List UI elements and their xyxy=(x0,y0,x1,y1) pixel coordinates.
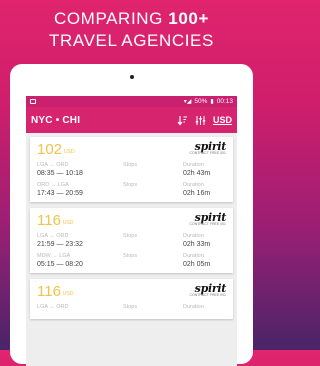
leg-route: LGA → ORD xyxy=(37,304,69,310)
flight-leg: LGA → ORD Stops Duration xyxy=(37,304,226,311)
price-currency: USD xyxy=(64,149,75,155)
stops-label: Stops xyxy=(123,304,138,310)
battery-icon: ▮ xyxy=(210,99,214,105)
airline-tagline: CONTRACT FREE 001 xyxy=(189,222,227,226)
filter-icon[interactable] xyxy=(195,115,206,126)
airline-tagline: CONTRACT FREE 001 xyxy=(189,293,227,297)
stops-label: Stops xyxy=(123,182,138,188)
result-card[interactable]: 116 USD spirit CONTRACT FREE 001 LGA → O… xyxy=(30,279,233,319)
leg-times: 05:15 — 08:20 xyxy=(37,261,83,268)
sort-icon[interactable] xyxy=(177,115,188,126)
flight-leg: MDW → LGA 05:15 — 08:20 Stops Duration 02h… xyxy=(37,253,226,269)
status-icons: ▾◢ 50% ▮ 00:13 xyxy=(184,98,233,105)
app-bar: NYC • CHI USD xyxy=(26,107,237,133)
price: 116 xyxy=(37,212,61,229)
flight-leg: LGA → ORD 21:59 — 23:32 Stops Duration 02h… xyxy=(37,233,226,249)
card-header: 116 USD spirit CONTRACT FREE 001 xyxy=(37,283,227,300)
notification-icon xyxy=(30,99,36,104)
clock: 00:13 xyxy=(216,98,233,105)
duration-value: 02h 05m xyxy=(183,261,211,268)
card-header: 102 USD spirit CONTRACT FREE 001 xyxy=(37,141,227,158)
duration-label: Duration xyxy=(183,253,204,259)
duration-value: 02h 16m xyxy=(183,190,211,197)
airline-logo: spirit CONTRACT FREE 001 xyxy=(189,283,227,297)
headline-bold: 100+ xyxy=(168,9,209,28)
app-screen: ▾◢ 50% ▮ 00:13 NYC • CHI USD 102 USD spi… xyxy=(26,96,237,366)
status-bar: ▾◢ 50% ▮ 00:13 xyxy=(26,96,237,107)
result-card[interactable]: 116 USD spirit CONTRACT FREE 001 LGA → O… xyxy=(30,208,233,273)
duration-label: Duration xyxy=(183,162,204,168)
stops-label: Stops xyxy=(123,162,138,168)
price-currency: USD xyxy=(62,220,74,226)
card-header: 116 USD spirit CONTRACT FREE 001 xyxy=(37,212,227,229)
results-list: 102 USD spirit CONTRACT FREE 001 LGA → O… xyxy=(26,133,237,319)
leg-times: 08:35 — 10:18 xyxy=(37,170,83,177)
headline-pre: COMPARING xyxy=(53,9,169,28)
currency-selector[interactable]: USD xyxy=(213,115,232,125)
result-card[interactable]: 102 USD spirit CONTRACT FREE 001 LGA → O… xyxy=(30,137,233,202)
route-title[interactable]: NYC • CHI xyxy=(31,115,80,126)
leg-route: ORD → LGA xyxy=(37,182,69,188)
airline-logo: spirit CONTRACT FREE 001 xyxy=(189,141,227,155)
leg-route: LGA → ORD xyxy=(37,162,69,168)
headline-line2: TRAVEL AGENCIES xyxy=(49,31,214,50)
flight-leg: LGA → ORD 08:35 — 10:18 Stops Duration 02h… xyxy=(37,162,226,178)
airline-logo: spirit CONTRACT FREE 001 xyxy=(189,212,227,226)
price-currency: USD xyxy=(62,291,74,297)
airline-tagline: CONTRACT FREE 001 xyxy=(189,151,227,155)
flight-leg: ORD → LGA 17:43 — 20:59 Stops Duration 02h… xyxy=(37,182,226,198)
duration-value: 02h 43m xyxy=(183,170,211,177)
signal-icon: ▾◢ xyxy=(183,99,192,105)
headline-line1: COMPARING 100+ xyxy=(0,8,263,30)
duration-value: 02h 33m xyxy=(183,241,211,248)
duration-label: Duration xyxy=(183,304,204,310)
leg-times: 17:43 — 20:59 xyxy=(37,190,83,197)
tablet-frame: ▾◢ 50% ▮ 00:13 NYC • CHI USD 102 USD spi… xyxy=(10,64,253,366)
leg-times: 21:59 — 23:32 xyxy=(37,241,83,248)
promo-headline: COMPARING 100+ TRAVEL AGENCIES xyxy=(0,8,263,52)
price: 116 xyxy=(37,283,61,300)
stops-label: Stops xyxy=(123,253,138,259)
stops-label: Stops xyxy=(123,233,138,239)
camera-dot xyxy=(129,75,134,79)
price: 102 xyxy=(37,141,63,158)
duration-label: Duration xyxy=(183,233,204,239)
appbar-actions: USD xyxy=(177,115,232,126)
leg-route: MDW → LGA xyxy=(37,253,71,259)
leg-route: LGA → ORD xyxy=(37,233,69,239)
duration-label: Duration xyxy=(183,182,204,188)
battery-text: 50% xyxy=(194,98,208,105)
